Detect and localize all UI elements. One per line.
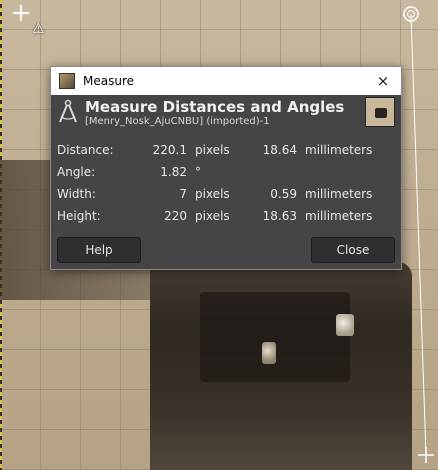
measure-line bbox=[410, 13, 427, 456]
dialog-heading: Measure Distances and Angles bbox=[85, 98, 345, 116]
photo-knob bbox=[336, 314, 354, 336]
image-name: [Menry_Nosk_AjuCNBU] (imported)-1 bbox=[85, 116, 270, 127]
close-button[interactable]: Close bbox=[311, 237, 395, 263]
measurement-unit-alt: millimeters bbox=[305, 143, 373, 157]
dialog-titlebar[interactable]: Measure × bbox=[51, 67, 401, 95]
measurement-label: Angle: bbox=[57, 165, 96, 179]
image-thumbnail bbox=[365, 97, 395, 127]
measurement-row-angle: Angle: 1.82 ° bbox=[51, 162, 401, 184]
measurement-value: 7 bbox=[179, 187, 187, 201]
measurement-row-height: Height: 220 pixels 18.63 millimeters bbox=[51, 206, 401, 228]
measurement-unit: ° bbox=[195, 165, 201, 179]
compass-icon bbox=[56, 99, 80, 125]
measurement-label: Width: bbox=[57, 187, 96, 201]
measurement-value-alt: 18.63 bbox=[262, 209, 297, 223]
photo-knob bbox=[262, 342, 276, 364]
measurement-unit-alt: millimeters bbox=[305, 187, 373, 201]
help-button[interactable]: Help bbox=[57, 237, 141, 263]
close-icon[interactable]: × bbox=[373, 71, 393, 91]
measurement-unit: pixels bbox=[195, 209, 230, 223]
app-icon bbox=[59, 73, 75, 89]
crosshair-cursor-icon bbox=[13, 5, 29, 21]
measurement-value-alt: 0.59 bbox=[270, 187, 297, 201]
measurement-value-alt: 18.64 bbox=[262, 143, 297, 157]
photo-object-detail bbox=[200, 292, 350, 382]
measurement-value: 1.82 bbox=[160, 165, 187, 179]
measurements-table: Distance: 220.1 pixels 18.64 millimeters… bbox=[51, 140, 401, 228]
measurement-value: 220 bbox=[164, 209, 187, 223]
measure-start-handle[interactable] bbox=[403, 6, 419, 22]
compass-cursor-icon: ⚠ bbox=[32, 21, 45, 37]
measurement-value: 220.1 bbox=[152, 143, 187, 157]
measurement-unit: pixels bbox=[195, 187, 230, 201]
measurement-unit: pixels bbox=[195, 143, 230, 157]
measurement-row-distance: Distance: 220.1 pixels 18.64 millimeters bbox=[51, 140, 401, 162]
dialog-header: Measure Distances and Angles [Menry_Nosk… bbox=[51, 95, 401, 131]
measurement-label: Height: bbox=[57, 209, 101, 223]
measure-start-handle-inner bbox=[407, 10, 415, 18]
measurement-row-width: Width: 7 pixels 0.59 millimeters bbox=[51, 184, 401, 206]
measurement-label: Distance: bbox=[57, 143, 114, 157]
measure-dialog: Measure × Measure Distances and Angles [… bbox=[50, 66, 402, 270]
measurement-unit-alt: millimeters bbox=[305, 209, 373, 223]
window-title: Measure bbox=[83, 74, 134, 88]
